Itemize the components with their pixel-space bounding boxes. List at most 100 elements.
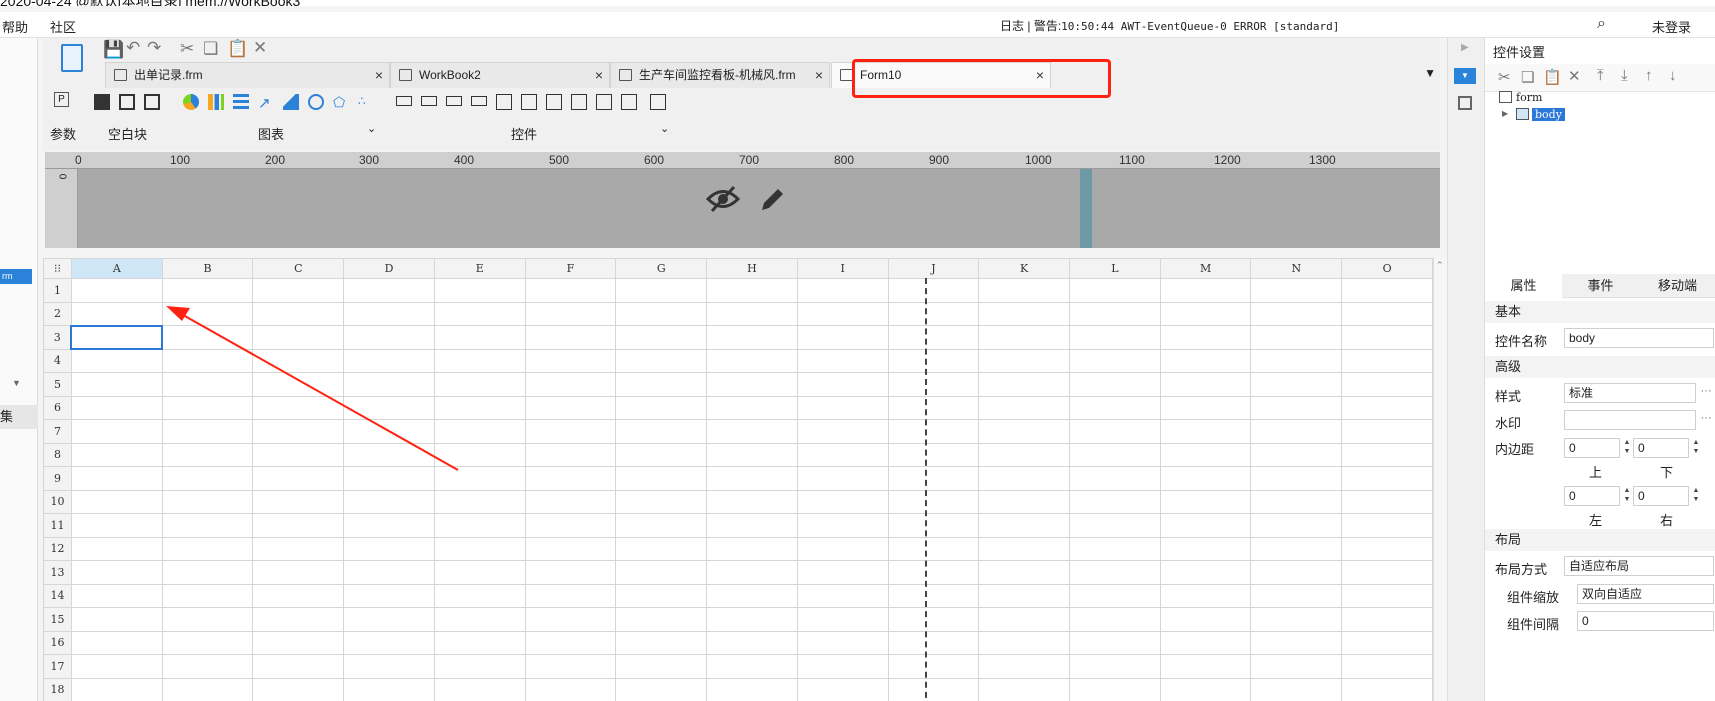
grid-cell[interactable]: [1341, 536, 1433, 561]
grid-cell[interactable]: [978, 583, 1070, 608]
grid-cell[interactable]: [978, 395, 1070, 420]
grid-cell[interactable]: [615, 301, 708, 326]
grid-cell[interactable]: [70, 630, 163, 655]
grid-cell[interactable]: [1159, 442, 1252, 467]
grid-cell[interactable]: [1250, 536, 1343, 561]
grid-cell[interactable]: [70, 677, 163, 701]
column-header[interactable]: G: [615, 258, 708, 279]
column-header[interactable]: K: [978, 258, 1070, 279]
grid-cell[interactable]: [343, 630, 435, 655]
grid-cell[interactable]: [887, 442, 980, 467]
grid-cell[interactable]: [796, 630, 889, 655]
padding-top-spinner[interactable]: ▲ ▼: [1621, 438, 1633, 458]
grid-cell[interactable]: [343, 607, 435, 632]
grid-cell[interactable]: [161, 419, 254, 444]
grid-cell[interactable]: [70, 607, 163, 632]
grid-cell[interactable]: [1341, 395, 1433, 420]
grid-cell[interactable]: [343, 489, 435, 514]
row-header[interactable]: 2: [43, 301, 72, 326]
grid-cell[interactable]: [796, 348, 889, 373]
grid-cell[interactable]: [1341, 513, 1433, 538]
grid-cell[interactable]: [433, 560, 526, 585]
grid-cell[interactable]: [252, 419, 345, 444]
tree-node-form[interactable]: form: [1516, 91, 1542, 104]
row-header[interactable]: 1: [43, 278, 72, 303]
grid-cell[interactable]: [161, 583, 254, 608]
column-header[interactable]: A: [70, 258, 163, 279]
close-icon[interactable]: ×: [595, 63, 603, 88]
grid-cell[interactable]: [1341, 301, 1433, 326]
grid-cell[interactable]: [706, 583, 798, 608]
grid-cell[interactable]: [1159, 301, 1252, 326]
grid-cell[interactable]: [161, 607, 254, 632]
grid-cell[interactable]: [1159, 654, 1252, 679]
grid-cell[interactable]: [1341, 466, 1433, 491]
grid-cell[interactable]: [615, 419, 708, 444]
grid-cell[interactable]: [161, 325, 254, 350]
grid-cell[interactable]: [161, 536, 254, 561]
column-header[interactable]: L: [1069, 258, 1161, 279]
grid-cell[interactable]: [1069, 419, 1161, 444]
grid-cell[interactable]: [343, 301, 435, 326]
grid-cell[interactable]: [1341, 442, 1433, 467]
row-header[interactable]: 3: [43, 325, 72, 350]
row-header[interactable]: 8: [43, 442, 72, 467]
grid-cell[interactable]: [1250, 513, 1343, 538]
grid-cell[interactable]: [1069, 395, 1161, 420]
grid-cell[interactable]: [1069, 278, 1161, 303]
section-basic[interactable]: 基本: [1485, 301, 1715, 323]
grid-cell[interactable]: [978, 513, 1070, 538]
grid-cell[interactable]: [433, 677, 526, 701]
grid-cell[interactable]: [1341, 560, 1433, 585]
grid-cell[interactable]: [70, 536, 163, 561]
grid-cell[interactable]: [524, 489, 617, 514]
grid-cell[interactable]: [1341, 278, 1433, 303]
grid-cell[interactable]: [1341, 607, 1433, 632]
grid-cell[interactable]: [252, 654, 345, 679]
grid-cell[interactable]: [343, 395, 435, 420]
grid-cell[interactable]: [978, 630, 1070, 655]
watermark-input[interactable]: [1564, 410, 1696, 430]
grid-cell[interactable]: [796, 395, 889, 420]
grid-cell[interactable]: [252, 630, 345, 655]
grid-cell[interactable]: [978, 301, 1070, 326]
grid-cell[interactable]: [252, 583, 345, 608]
tree-expand-icon[interactable]: ▶: [1502, 109, 1508, 118]
grid-cell[interactable]: [1250, 489, 1343, 514]
grid-cell[interactable]: [706, 677, 798, 701]
column-header[interactable]: B: [161, 258, 254, 279]
column-header[interactable]: I: [796, 258, 889, 279]
grid-cell[interactable]: [1341, 325, 1433, 350]
grid-cell[interactable]: [1250, 395, 1343, 420]
column-header[interactable]: N: [1250, 258, 1343, 279]
column-header[interactable]: M: [1159, 258, 1252, 279]
gauge-chart-icon[interactable]: [308, 94, 324, 110]
grid-cell[interactable]: [1069, 301, 1161, 326]
style-more-button[interactable]: ···: [1698, 383, 1714, 403]
grid-cell[interactable]: [978, 325, 1070, 350]
undo-icon[interactable]: ↶: [126, 38, 140, 58]
tab-properties[interactable]: 属性: [1485, 274, 1562, 298]
grid-cell[interactable]: [70, 513, 163, 538]
grid-cell[interactable]: [161, 489, 254, 514]
grid-cell[interactable]: [161, 630, 254, 655]
grid-cell[interactable]: [706, 372, 798, 397]
grid-cell[interactable]: [161, 654, 254, 679]
grid-cell[interactable]: [796, 607, 889, 632]
grid-cell[interactable]: [615, 630, 708, 655]
grid-cell[interactable]: [343, 536, 435, 561]
grid-cell[interactable]: [1069, 513, 1161, 538]
grid-cell[interactable]: [706, 607, 798, 632]
grid-cell[interactable]: [252, 278, 345, 303]
grid-cell[interactable]: [433, 419, 526, 444]
grid-cell[interactable]: [70, 278, 163, 303]
grid-cell[interactable]: [524, 513, 617, 538]
grid-cell[interactable]: [1069, 348, 1161, 373]
collapse-arrow-icon[interactable]: ▶: [1461, 42, 1469, 53]
grid-cell[interactable]: [1250, 466, 1343, 491]
grid-cell[interactable]: [1069, 630, 1161, 655]
new-form-icon[interactable]: [61, 44, 83, 72]
grid-cell[interactable]: [433, 348, 526, 373]
grid-cell[interactable]: [796, 654, 889, 679]
menu-community[interactable]: 社区: [50, 17, 76, 36]
